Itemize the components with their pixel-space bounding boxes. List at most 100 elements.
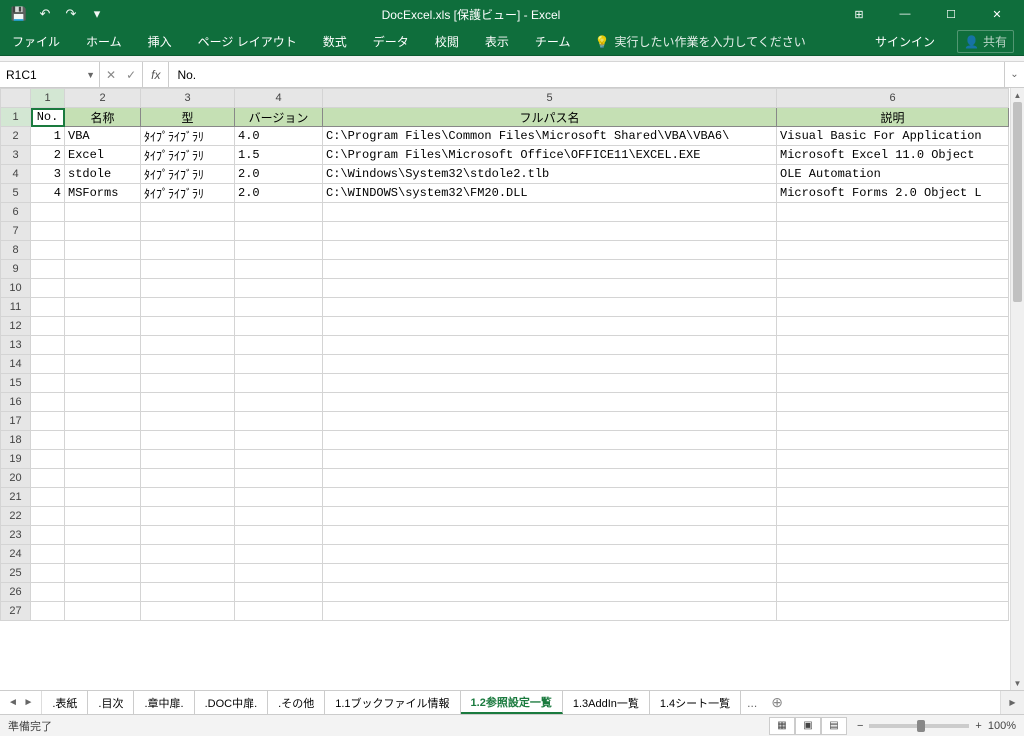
row-header[interactable]: 17	[1, 412, 31, 431]
row-header[interactable]: 27	[1, 602, 31, 621]
cell[interactable]	[323, 431, 777, 450]
cell[interactable]	[235, 602, 323, 621]
zoom-slider-thumb[interactable]	[917, 720, 925, 732]
cell[interactable]	[323, 602, 777, 621]
cell[interactable]	[141, 241, 235, 260]
cell[interactable]: Visual Basic For Application	[777, 127, 1009, 146]
col-header[interactable]: 1	[31, 89, 65, 108]
row-header[interactable]: 22	[1, 507, 31, 526]
row-header[interactable]: 14	[1, 355, 31, 374]
cell[interactable]	[235, 545, 323, 564]
cell[interactable]	[31, 526, 65, 545]
cell[interactable]	[777, 526, 1009, 545]
scroll-up-icon[interactable]: ▲	[1011, 88, 1024, 102]
col-header[interactable]: 6	[777, 89, 1009, 108]
hscroll-right-icon[interactable]: ▶	[1000, 691, 1024, 714]
sheet-tabs-more[interactable]: ...	[741, 691, 763, 714]
cell[interactable]	[31, 336, 65, 355]
enter-formula-icon[interactable]: ✓	[126, 68, 136, 82]
cell[interactable]: MSForms	[65, 184, 141, 203]
cell[interactable]	[235, 298, 323, 317]
cell[interactable]	[235, 222, 323, 241]
cell[interactable]	[141, 412, 235, 431]
name-box-dropdown-icon[interactable]: ▼	[86, 70, 95, 80]
cell[interactable]	[235, 488, 323, 507]
cell[interactable]	[65, 241, 141, 260]
cell[interactable]	[65, 260, 141, 279]
cell[interactable]	[323, 317, 777, 336]
sheet-tab[interactable]: 1.4シート一覧	[650, 691, 741, 714]
add-sheet-button[interactable]: ⊕	[763, 691, 791, 714]
cell[interactable]	[31, 602, 65, 621]
scroll-thumb[interactable]	[1013, 102, 1022, 302]
cell[interactable]: 1.5	[235, 146, 323, 165]
save-icon[interactable]: 💾	[10, 5, 28, 23]
cell[interactable]	[141, 488, 235, 507]
cell[interactable]	[777, 241, 1009, 260]
undo-icon[interactable]: ↶	[36, 5, 54, 23]
view-pagebreak-button[interactable]: ▤	[821, 717, 847, 735]
tab-data[interactable]: データ	[371, 29, 411, 54]
cell[interactable]	[323, 279, 777, 298]
cell[interactable]	[65, 431, 141, 450]
cell[interactable]: Microsoft Excel 11.0 Object	[777, 146, 1009, 165]
cell[interactable]	[31, 564, 65, 583]
view-normal-button[interactable]: ▦	[769, 717, 795, 735]
cell[interactable]	[65, 564, 141, 583]
cell[interactable]	[235, 260, 323, 279]
row-header[interactable]: 6	[1, 203, 31, 222]
row-header[interactable]: 21	[1, 488, 31, 507]
share-button[interactable]: 👤共有	[957, 30, 1014, 53]
tab-pagelayout[interactable]: ページ レイアウト	[196, 29, 299, 54]
cell[interactable]: Excel	[65, 146, 141, 165]
cell[interactable]	[777, 298, 1009, 317]
cell[interactable]	[31, 203, 65, 222]
row-header[interactable]: 8	[1, 241, 31, 260]
tab-insert[interactable]: 挿入	[146, 29, 174, 54]
redo-icon[interactable]: ↷	[62, 5, 80, 23]
cell[interactable]	[31, 222, 65, 241]
data-header-cell[interactable]: 型	[141, 108, 235, 127]
cell[interactable]	[141, 431, 235, 450]
cell[interactable]	[31, 279, 65, 298]
cell[interactable]	[323, 203, 777, 222]
cell[interactable]	[31, 298, 65, 317]
cell[interactable]	[323, 374, 777, 393]
cell[interactable]	[235, 355, 323, 374]
cell[interactable]	[31, 412, 65, 431]
row-header[interactable]: 26	[1, 583, 31, 602]
row-header[interactable]: 13	[1, 336, 31, 355]
cell[interactable]	[235, 393, 323, 412]
cell[interactable]	[323, 507, 777, 526]
maximize-button[interactable]: ☐	[928, 0, 974, 28]
close-button[interactable]: ✕	[974, 0, 1020, 28]
cell[interactable]	[777, 583, 1009, 602]
cell[interactable]	[141, 469, 235, 488]
cell[interactable]	[31, 488, 65, 507]
data-header-cell[interactable]: 説明	[777, 108, 1009, 127]
select-all-corner[interactable]	[1, 89, 31, 108]
cell[interactable]	[323, 545, 777, 564]
col-header[interactable]: 2	[65, 89, 141, 108]
cell[interactable]	[141, 317, 235, 336]
cell[interactable]: 4.0	[235, 127, 323, 146]
qat-customize-icon[interactable]: ▾	[88, 5, 106, 23]
cell[interactable]	[31, 583, 65, 602]
cell[interactable]	[65, 393, 141, 412]
row-header[interactable]: 4	[1, 165, 31, 184]
cell[interactable]	[777, 545, 1009, 564]
cell[interactable]	[235, 431, 323, 450]
cell[interactable]	[141, 279, 235, 298]
cell[interactable]: C:\Program Files\Common Files\Microsoft …	[323, 127, 777, 146]
col-header[interactable]: 4	[235, 89, 323, 108]
cell[interactable]	[235, 526, 323, 545]
cell[interactable]	[31, 507, 65, 526]
cell[interactable]: VBA	[65, 127, 141, 146]
cell[interactable]	[141, 602, 235, 621]
cell[interactable]	[65, 374, 141, 393]
cell[interactable]	[31, 431, 65, 450]
cell[interactable]	[777, 260, 1009, 279]
cell[interactable]	[323, 469, 777, 488]
cell[interactable]	[65, 450, 141, 469]
cell[interactable]	[777, 431, 1009, 450]
